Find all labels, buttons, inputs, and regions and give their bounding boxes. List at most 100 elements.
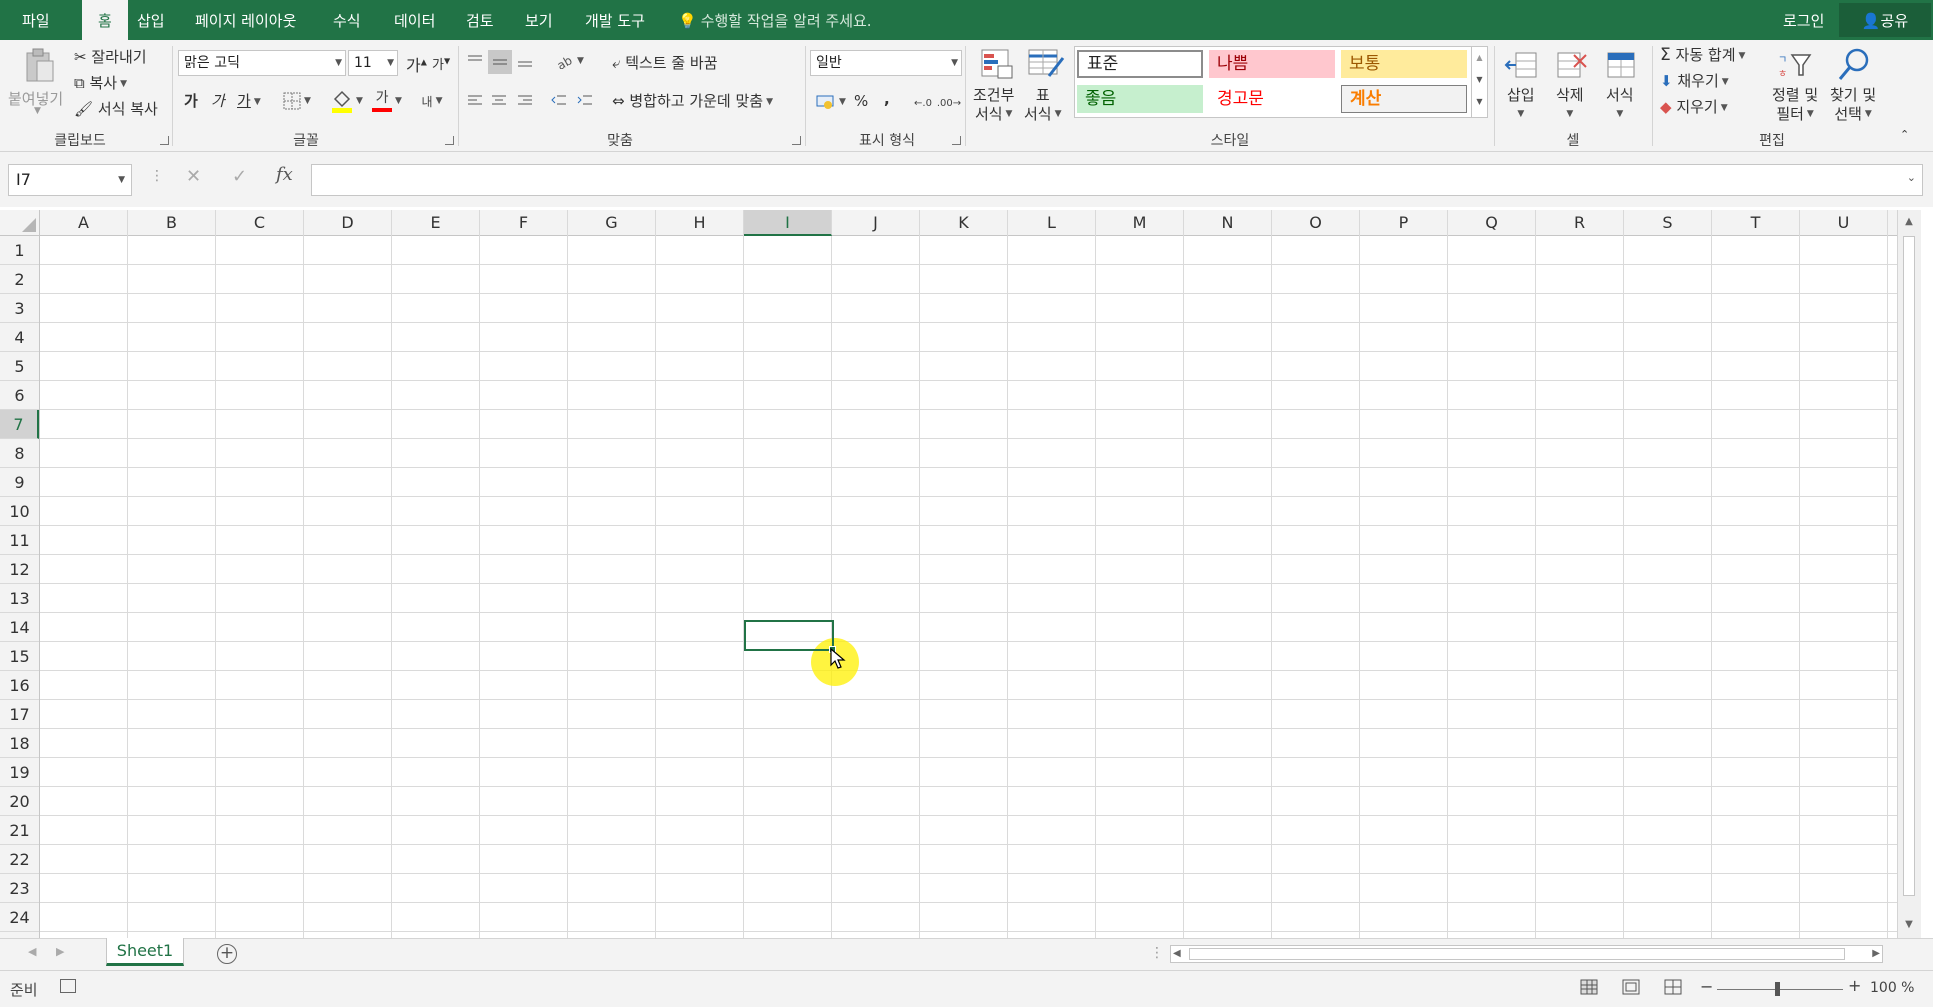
- sign-in-link[interactable]: 로그인: [1783, 0, 1824, 40]
- decrease-indent-icon[interactable]: [548, 90, 570, 112]
- zoom-out-icon[interactable]: −: [1700, 977, 1713, 996]
- style-bad[interactable]: 나쁨: [1209, 50, 1335, 78]
- collapse-ribbon-icon[interactable]: ⌃: [1900, 128, 1909, 141]
- tab-developer[interactable]: 개발 도구: [585, 0, 645, 40]
- conditional-formatting-icon[interactable]: [978, 46, 1016, 82]
- column-header-h[interactable]: H: [656, 210, 744, 236]
- column-header-s[interactable]: S: [1624, 210, 1712, 236]
- next-sheet-icon[interactable]: ▶: [56, 945, 64, 958]
- scroll-down-icon[interactable]: ▼: [1898, 916, 1920, 934]
- magnifier-icon[interactable]: [1834, 44, 1874, 84]
- increase-indent-icon[interactable]: [574, 90, 596, 112]
- find-select-button[interactable]: 찾기 및 선택 ▼: [1830, 86, 1876, 124]
- zoom-in-icon[interactable]: +: [1848, 976, 1861, 995]
- column-header-p[interactable]: P: [1360, 210, 1448, 236]
- align-bottom-icon[interactable]: [514, 50, 536, 72]
- clipboard-launcher-icon[interactable]: [160, 136, 169, 145]
- column-header-i[interactable]: I: [744, 210, 832, 236]
- sheet-tab-sheet1[interactable]: Sheet1: [106, 938, 184, 966]
- formula-input[interactable]: ⌄: [311, 164, 1923, 196]
- conditional-formatting-button[interactable]: 조건부 서식 ▼: [973, 86, 1014, 124]
- tab-split-grip-icon[interactable]: ⋮: [1150, 945, 1164, 961]
- orientation-icon[interactable]: ab ▼: [552, 50, 586, 72]
- font-size-combo[interactable]: 11 ▼: [348, 50, 398, 76]
- active-cell[interactable]: [744, 620, 834, 651]
- row-header-3[interactable]: 3: [0, 294, 39, 323]
- row-header-2[interactable]: 2: [0, 265, 39, 294]
- page-layout-view-icon[interactable]: [1622, 979, 1642, 997]
- delete-cells-button[interactable]: 삭제 ▼: [1556, 86, 1584, 124]
- paste-icon[interactable]: [22, 46, 58, 86]
- column-header-c[interactable]: C: [216, 210, 304, 236]
- column-header-m[interactable]: M: [1096, 210, 1184, 236]
- style-neutral[interactable]: 보통: [1341, 50, 1467, 78]
- merge-center-button[interactable]: ⇔ 병합하고 가운데 맞춤 ▼: [612, 90, 773, 111]
- wrap-text-button[interactable]: ⤶ 텍스트 줄 바꿈: [612, 52, 718, 73]
- row-header-5[interactable]: 5: [0, 352, 39, 381]
- row-header-22[interactable]: 22: [0, 845, 39, 874]
- confirm-entry-icon[interactable]: ✓: [232, 166, 247, 187]
- comma-style-button[interactable]: ,: [884, 90, 890, 108]
- accounting-format-icon[interactable]: ▼: [812, 90, 850, 114]
- vertical-scroll-thumb[interactable]: [1903, 236, 1915, 896]
- align-top-icon[interactable]: [464, 50, 486, 72]
- autosum-button[interactable]: Σ 자동 합계 ▼: [1660, 44, 1745, 65]
- row-header-19[interactable]: 19: [0, 758, 39, 787]
- column-header-b[interactable]: B: [128, 210, 216, 236]
- align-right-icon[interactable]: [514, 90, 536, 112]
- scroll-right-icon[interactable]: ▶: [1872, 946, 1880, 962]
- cells-area[interactable]: [40, 236, 1897, 938]
- bold-button[interactable]: 가: [184, 90, 198, 111]
- row-header-8[interactable]: 8: [0, 439, 39, 468]
- style-normal[interactable]: 표준: [1077, 50, 1203, 78]
- align-center-icon[interactable]: [488, 90, 510, 112]
- tab-formulas[interactable]: 수식: [333, 0, 361, 40]
- macro-record-icon[interactable]: [60, 979, 76, 993]
- row-header-14[interactable]: 14: [0, 613, 39, 642]
- column-header-g[interactable]: G: [568, 210, 656, 236]
- font-name-combo[interactable]: 맑은 고딕 ▼: [178, 50, 346, 76]
- insert-function-button[interactable]: fx: [276, 164, 293, 185]
- font-launcher-icon[interactable]: [445, 136, 454, 145]
- number-format-combo[interactable]: 일반 ▼: [810, 50, 962, 76]
- format-cells-button[interactable]: 서식 ▼: [1606, 86, 1634, 124]
- phonetic-guide-icon[interactable]: 내 ▼: [414, 88, 450, 114]
- select-all-button[interactable]: [0, 210, 40, 236]
- copy-button[interactable]: ⧉ 복사 ▼: [74, 72, 127, 93]
- add-sheet-button[interactable]: +: [217, 944, 237, 964]
- row-header-16[interactable]: 16: [0, 671, 39, 700]
- tab-data[interactable]: 데이터: [394, 0, 435, 40]
- row-header-21[interactable]: 21: [0, 816, 39, 845]
- clear-button[interactable]: ◆ 지우기 ▼: [1660, 96, 1728, 117]
- paste-dropdown-caret[interactable]: ▼: [34, 106, 41, 116]
- zoom-slider-thumb[interactable]: [1775, 982, 1780, 996]
- tab-home[interactable]: 홈: [82, 0, 128, 40]
- cancel-entry-icon[interactable]: ✕: [186, 166, 201, 187]
- format-cells-icon[interactable]: [1602, 46, 1640, 84]
- tab-view[interactable]: 보기: [525, 0, 553, 40]
- alignment-launcher-icon[interactable]: [792, 136, 801, 145]
- row-header-17[interactable]: 17: [0, 700, 39, 729]
- style-good[interactable]: 좋음: [1077, 85, 1203, 113]
- column-header-d[interactable]: D: [304, 210, 392, 236]
- align-left-icon[interactable]: [464, 90, 486, 112]
- decrease-decimal-icon[interactable]: .00→: [936, 92, 962, 114]
- tab-file[interactable]: 파일: [22, 0, 50, 40]
- row-header-4[interactable]: 4: [0, 323, 39, 352]
- column-header-u[interactable]: U: [1800, 210, 1888, 236]
- format-as-table-icon[interactable]: [1026, 46, 1066, 82]
- expand-formula-bar-icon[interactable]: ⌄: [1907, 171, 1916, 184]
- tab-insert[interactable]: 삽입: [137, 0, 165, 40]
- underline-button[interactable]: 가 ▼: [237, 90, 261, 111]
- row-header-7[interactable]: 7: [0, 410, 39, 439]
- percent-style-button[interactable]: %: [854, 92, 868, 110]
- row-header-11[interactable]: 11: [0, 526, 39, 555]
- name-box-dropdown-icon[interactable]: ▼: [118, 165, 125, 195]
- tab-page-layout[interactable]: 페이지 레이아웃: [195, 0, 296, 40]
- increase-font-button[interactable]: 가▲: [406, 52, 427, 76]
- number-launcher-icon[interactable]: [952, 136, 961, 145]
- row-header-13[interactable]: 13: [0, 584, 39, 613]
- sort-filter-icon[interactable]: ㄱㅎ: [1774, 46, 1818, 84]
- horizontal-scrollbar[interactable]: ◀ ▶: [1170, 945, 1883, 963]
- row-header-12[interactable]: 12: [0, 555, 39, 584]
